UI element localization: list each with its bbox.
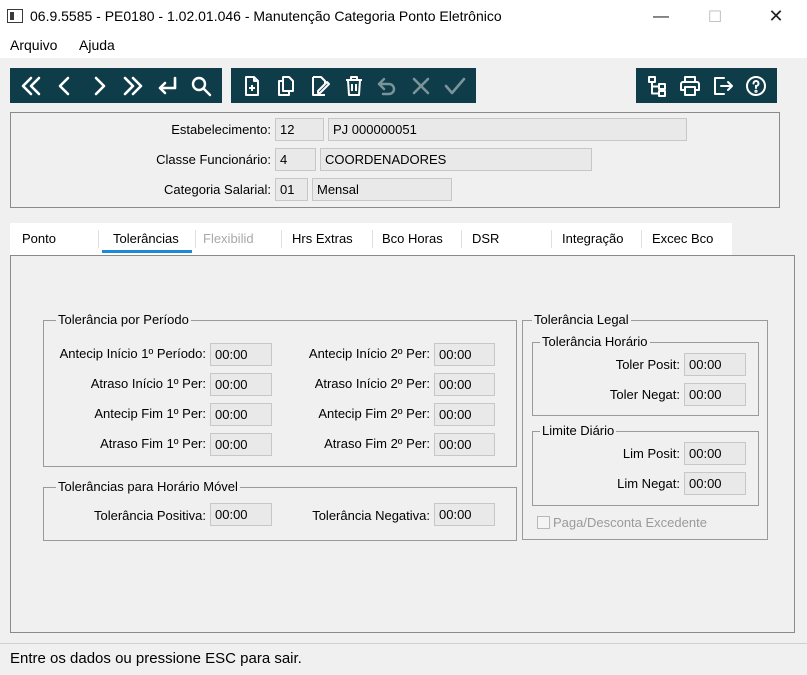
estabelecimento-code-field[interactable]: 12 xyxy=(275,118,324,141)
antecip-fim-2-field[interactable]: 00:00 xyxy=(434,403,495,426)
tab-excec-bco[interactable]: Excec Bco xyxy=(652,223,728,253)
tab-separator xyxy=(372,230,373,248)
tab-separator xyxy=(551,230,552,248)
classe-code-field[interactable]: 4 xyxy=(275,148,316,171)
tab-integracao[interactable]: Integração xyxy=(562,223,637,253)
lim-negat-field[interactable]: 00:00 xyxy=(684,472,746,495)
tolerancia-positiva-label: Tolerância Positiva: xyxy=(94,508,206,523)
undo-icon xyxy=(370,71,404,101)
tab-hrs-extras[interactable]: Hrs Extras xyxy=(292,223,372,253)
menu-ajuda[interactable]: Ajuda xyxy=(79,37,115,53)
exit-icon[interactable] xyxy=(707,71,740,101)
tab-separator xyxy=(461,230,462,248)
copy-icon[interactable] xyxy=(269,71,303,101)
help-icon[interactable] xyxy=(740,71,773,101)
toler-negat-field[interactable]: 00:00 xyxy=(684,383,746,406)
edit-icon[interactable] xyxy=(303,71,337,101)
app-icon xyxy=(7,9,23,23)
menu-bar xyxy=(0,33,807,58)
navigation-toolbar xyxy=(10,68,222,103)
hierarchy-icon[interactable] xyxy=(640,71,673,101)
maximize-button[interactable]: ☐ xyxy=(692,0,738,33)
toler-posit-label: Toler Posit: xyxy=(615,357,680,372)
atraso-fim-1-label: Atraso Fim 1º Per: xyxy=(100,436,206,451)
classe-label: Classe Funcionário: xyxy=(156,152,271,167)
antecip-fim-1-label: Antecip Fim 1º Per: xyxy=(94,406,206,421)
antecip-inicio-2-label: Antecip Início 2º Per: xyxy=(308,346,430,361)
menu-arquivo[interactable]: Arquivo xyxy=(10,37,57,53)
lim-negat-label: Lim Negat: xyxy=(617,476,680,491)
atraso-fim-1-field[interactable]: 00:00 xyxy=(210,433,272,456)
goto-icon[interactable] xyxy=(150,71,184,101)
atraso-inicio-1-label: Atraso Início 1º Per: xyxy=(90,376,206,391)
horario-group-title: Tolerância Horário xyxy=(540,334,650,349)
atraso-fim-2-label: Atraso Fim 2º Per: xyxy=(324,436,430,451)
save-icon xyxy=(438,71,472,101)
antecip-fim-2-label: Antecip Fim 2º Per: xyxy=(318,406,430,421)
categoria-code-field[interactable]: 01 xyxy=(275,178,308,201)
tab-bco-horas[interactable]: Bco Horas xyxy=(382,223,462,253)
tab-separator xyxy=(195,230,196,248)
tab-ponto[interactable]: Ponto xyxy=(22,223,92,253)
categoria-label: Categoria Salarial: xyxy=(164,182,271,197)
atraso-inicio-1-field[interactable]: 00:00 xyxy=(210,373,272,396)
legal-group-title: Tolerância Legal xyxy=(532,312,631,327)
next-icon[interactable] xyxy=(82,71,116,101)
print-icon[interactable] xyxy=(673,71,706,101)
add-icon[interactable] xyxy=(235,71,269,101)
close-button[interactable]: ✕ xyxy=(753,0,799,33)
tolerancia-negativa-field[interactable]: 00:00 xyxy=(434,503,495,526)
tab-separator xyxy=(281,230,282,248)
categoria-name-field: Mensal xyxy=(312,178,452,201)
atraso-inicio-2-field[interactable]: 00:00 xyxy=(434,373,495,396)
antecip-inicio-1-field[interactable]: 00:00 xyxy=(210,343,272,366)
tab-separator xyxy=(641,230,642,248)
last-icon[interactable] xyxy=(116,71,150,101)
atraso-inicio-2-label: Atraso Início 2º Per: xyxy=(314,376,430,391)
previous-icon[interactable] xyxy=(48,71,82,101)
cancel-icon xyxy=(404,71,438,101)
estabelecimento-name-field: PJ 000000051 xyxy=(328,118,687,141)
window-title: 06.9.5585 - PE0180 - 1.02.01.046 - Manut… xyxy=(30,8,502,24)
tab-flexibilid: Flexibilid xyxy=(203,231,254,246)
lim-posit-field[interactable]: 00:00 xyxy=(684,442,746,465)
edit-toolbar xyxy=(231,68,476,103)
tolerancia-negativa-label: Tolerância Negativa: xyxy=(312,508,430,523)
first-icon[interactable] xyxy=(14,71,48,101)
search-icon[interactable] xyxy=(184,71,218,101)
periodo-group-title: Tolerância por Período xyxy=(56,312,191,327)
status-message: Entre os dados ou pressione ESC para sai… xyxy=(10,650,302,667)
tab-tolerancias[interactable]: Tolerâncias xyxy=(102,223,192,253)
toler-posit-field[interactable]: 00:00 xyxy=(684,353,746,376)
tolerancia-positiva-field[interactable]: 00:00 xyxy=(210,503,272,526)
tab-dsr[interactable]: DSR xyxy=(472,223,542,253)
delete-icon[interactable] xyxy=(337,71,371,101)
paga-desconta-checkbox xyxy=(537,516,550,529)
paga-desconta-label: Paga/Desconta Excedente xyxy=(553,515,707,530)
limite-group-title: Limite Diário xyxy=(540,423,617,438)
tab-separator xyxy=(98,230,99,248)
movel-group-title: Tolerâncias para Horário Móvel xyxy=(56,479,240,494)
estabelecimento-label: Estabelecimento: xyxy=(171,122,271,137)
antecip-fim-1-field[interactable]: 00:00 xyxy=(210,403,272,426)
classe-name-field: COORDENADORES xyxy=(320,148,592,171)
atraso-fim-2-field[interactable]: 00:00 xyxy=(434,433,495,456)
antecip-inicio-2-field[interactable]: 00:00 xyxy=(434,343,495,366)
antecip-inicio-1-label: Antecip Início 1º Período: xyxy=(59,346,206,361)
minimize-button[interactable]: — xyxy=(638,0,684,33)
lim-posit-label: Lim Posit: xyxy=(622,446,680,461)
misc-toolbar xyxy=(636,68,777,103)
toler-negat-label: Toler Negat: xyxy=(609,387,680,402)
